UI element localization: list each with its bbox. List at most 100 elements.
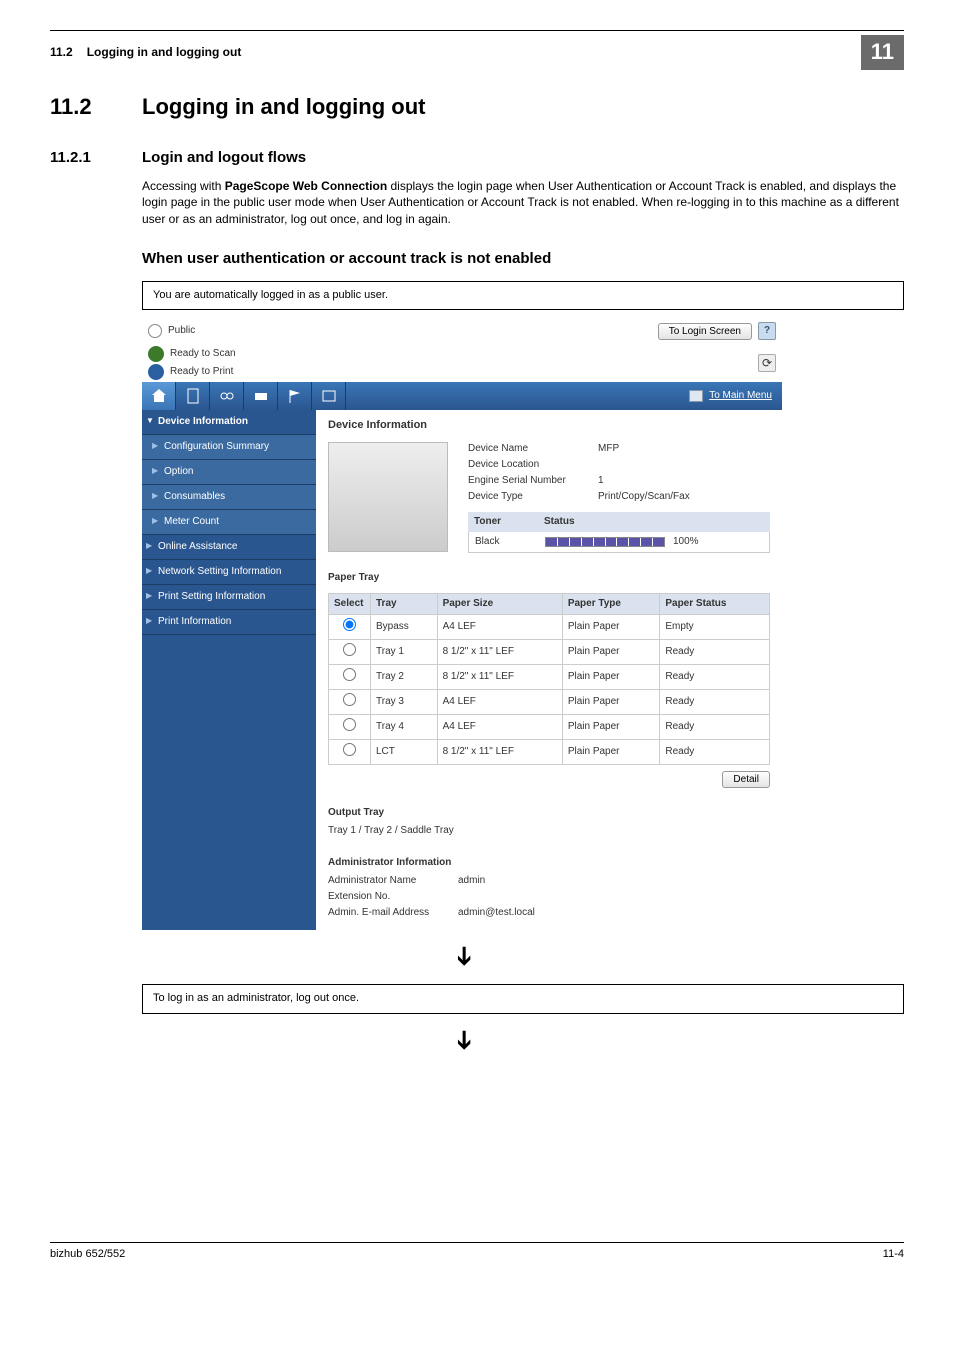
paper-cell-type: Plain Paper: [562, 664, 660, 689]
to-main-menu-link[interactable]: To Main Menu: [679, 382, 782, 410]
tray-select-radio[interactable]: [343, 743, 356, 756]
tab-link[interactable]: [210, 382, 244, 410]
h3-number: 11.2.1: [50, 147, 142, 168]
tray-select-radio[interactable]: [343, 693, 356, 706]
refresh-icon[interactable]: ⟳: [758, 354, 776, 372]
sidebar-item[interactable]: Network Setting Information: [142, 560, 316, 585]
device-image: [328, 442, 448, 552]
tab-flag[interactable]: [278, 382, 312, 410]
toner-level-bar: [545, 537, 665, 547]
heading-11-2-1: 11.2.1 Login and logout flows: [50, 147, 904, 168]
device-type-key: Device Type: [468, 490, 598, 504]
sidebar-item[interactable]: Print Information: [142, 610, 316, 635]
paper-cell-status: Empty: [660, 614, 770, 639]
paper-cell-tray: Tray 3: [371, 689, 438, 714]
doc-icon: [186, 388, 200, 404]
device-name-value: MFP: [598, 442, 619, 456]
mainmenu-label: To Main Menu: [709, 389, 772, 403]
sidebar-item[interactable]: Online Assistance: [142, 535, 316, 560]
tab-bar: To Main Menu: [142, 382, 782, 410]
user-icon: [148, 324, 162, 338]
paper-tray-heading: Paper Tray: [328, 571, 770, 585]
toner-col-status: Status: [538, 512, 770, 532]
device-name-key: Device Name: [468, 442, 598, 456]
to-login-screen-button[interactable]: To Login Screen: [658, 323, 752, 340]
tab-home[interactable]: [142, 382, 176, 410]
table-row: Tray 4A4 LEFPlain PaperReady: [329, 714, 770, 739]
paper-cell-status: Ready: [660, 664, 770, 689]
table-row: LCT8 1/2" x 11" LEFPlain PaperReady: [329, 739, 770, 764]
paper-cell-tray: LCT: [371, 739, 438, 764]
paper-col-header: Paper Size: [437, 593, 562, 614]
sidebar-item[interactable]: Print Setting Information: [142, 585, 316, 610]
paper-col-header: Paper Status: [660, 593, 770, 614]
header-section-title: Logging in and logging out: [87, 44, 861, 61]
tray-select-cell[interactable]: [329, 639, 371, 664]
panel-heading: Device Information: [328, 418, 770, 433]
h3-title: Login and logout flows: [142, 147, 306, 168]
user-mode-label: Public: [168, 324, 652, 338]
paper-cell-tray: Tray 4: [371, 714, 438, 739]
mainmenu-icon: [689, 390, 703, 402]
main-panel: Device Information Device NameMFP Device…: [316, 410, 782, 929]
h2-title: Logging in and logging out: [142, 92, 425, 123]
sidebar-item[interactable]: Device Information: [142, 410, 316, 435]
toner-black-label: Black: [469, 532, 539, 552]
flow-arrow-1: ➔: [447, 941, 483, 971]
paper-cell-size: 8 1/2" x 11" LEF: [437, 739, 562, 764]
footer-model: bizhub 652/552: [50, 1247, 125, 1262]
h2-number: 11.2: [50, 92, 142, 123]
paper-cell-size: A4 LEF: [437, 689, 562, 714]
help-icon[interactable]: ?: [758, 322, 776, 340]
chapter-badge: 11: [861, 35, 904, 70]
paper-cell-tray: Tray 2: [371, 664, 438, 689]
footer-page: 11-4: [883, 1247, 904, 1262]
tray-select-radio[interactable]: [343, 718, 356, 731]
running-header: 11.2 Logging in and logging out 11: [50, 30, 904, 74]
table-row: Tray 3A4 LEFPlain PaperReady: [329, 689, 770, 714]
sidebar: Device InformationConfiguration SummaryO…: [142, 410, 316, 929]
link-icon: [219, 388, 235, 404]
subsection-heading: When user authentication or account trac…: [142, 248, 904, 269]
page-footer: bizhub 652/552 11-4: [50, 1242, 904, 1262]
tray-select-cell[interactable]: [329, 614, 371, 639]
tray-select-cell[interactable]: [329, 739, 371, 764]
sidebar-item[interactable]: Configuration Summary: [142, 435, 316, 460]
tray-select-cell[interactable]: [329, 714, 371, 739]
paper-col-header: Paper Type: [562, 593, 660, 614]
tray-select-radio[interactable]: [343, 618, 356, 631]
tab-fax[interactable]: [312, 382, 346, 410]
tray-select-radio[interactable]: [343, 643, 356, 656]
admin-ext-key: Extension No.: [328, 890, 458, 904]
flow-caption-1: You are automatically logged in as a pub…: [142, 281, 904, 310]
device-location-key: Device Location: [468, 458, 598, 472]
sidebar-item[interactable]: Consumables: [142, 485, 316, 510]
paper-cell-size: A4 LEF: [437, 714, 562, 739]
fax-icon: [321, 388, 337, 404]
paper-cell-tray: Bypass: [371, 614, 438, 639]
tab-doc[interactable]: [176, 382, 210, 410]
sidebar-item[interactable]: Option: [142, 460, 316, 485]
engine-serial-key: Engine Serial Number: [468, 474, 598, 488]
tray-select-radio[interactable]: [343, 668, 356, 681]
tray-select-cell[interactable]: [329, 689, 371, 714]
sidebar-item[interactable]: Meter Count: [142, 510, 316, 535]
flow-caption-2: To log in as an administrator, log out o…: [142, 984, 904, 1013]
table-row: Tray 28 1/2" x 11" LEFPlain PaperReady: [329, 664, 770, 689]
home-icon: [151, 388, 167, 404]
detail-button[interactable]: Detail: [722, 771, 770, 788]
paper-cell-size: 8 1/2" x 11" LEF: [437, 664, 562, 689]
scan-status-icon: [148, 346, 164, 362]
header-section-num: 11.2: [50, 44, 73, 61]
paper-cell-status: Ready: [660, 639, 770, 664]
admin-info-heading: Administrator Information: [328, 856, 770, 870]
admin-name-key: Administrator Name: [328, 874, 458, 888]
engine-serial-value: 1: [598, 474, 604, 488]
tray-select-cell[interactable]: [329, 664, 371, 689]
paper-cell-size: A4 LEF: [437, 614, 562, 639]
flow-arrow-2: ➔: [447, 1025, 483, 1055]
para-bold: PageScope Web Connection: [225, 179, 387, 193]
tab-print[interactable]: [244, 382, 278, 410]
print-status-icon: [148, 364, 164, 380]
para-pre: Accessing with: [142, 179, 225, 193]
